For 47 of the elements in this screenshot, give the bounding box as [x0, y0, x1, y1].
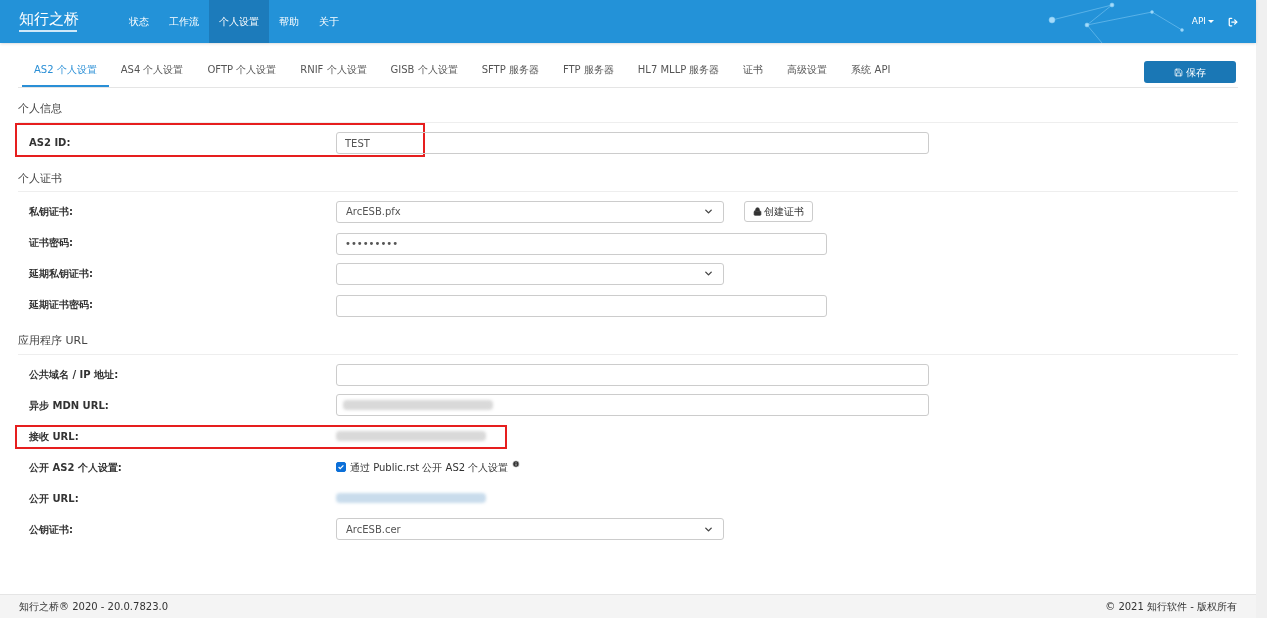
field-label: 接收 URL:: [29, 429, 80, 444]
logout-icon[interactable]: [1228, 16, 1238, 27]
text-field[interactable]: [336, 364, 929, 387]
tab[interactable]: OFTP 个人设置: [195, 56, 289, 87]
section-title: 个人证书: [18, 170, 1238, 192]
field-label: 公共域名 / IP 地址:: [29, 367, 120, 382]
tab[interactable]: 高级设置: [775, 56, 840, 87]
tab[interactable]: RNIF 个人设置: [288, 56, 379, 87]
field-label: 公开 URL:: [29, 491, 80, 506]
tab[interactable]: SFTP 服务器: [469, 56, 551, 87]
tab[interactable]: FTP 服务器: [550, 56, 626, 87]
password-field[interactable]: [336, 294, 827, 317]
tab[interactable]: 证书: [731, 56, 776, 87]
text-field[interactable]: TEST: [336, 132, 929, 155]
section-title: 应用程序 URL: [18, 333, 1238, 355]
field-label: 异步 MDN URL:: [29, 398, 110, 413]
field-label: 公钥证书:: [29, 522, 74, 537]
tab[interactable]: AS4 个人设置: [108, 56, 196, 87]
version-text: 知行之桥® 2020 - 20.0.7823.0: [19, 600, 169, 614]
checkbox-label: 通过 Public.rst 公开 AS2 个人设置: [350, 460, 509, 475]
logo-tagline-mark: [19, 29, 77, 32]
info-icon: [512, 460, 521, 468]
tab[interactable]: GISB 个人设置: [378, 56, 470, 87]
save-icon: [1174, 67, 1183, 77]
create-certificate-button[interactable]: 创建证书: [744, 201, 813, 222]
text-field[interactable]: [336, 394, 929, 416]
field-label: 私钥证书:: [29, 205, 74, 219]
tab[interactable]: HL7 MLLP 服务器: [625, 56, 732, 87]
field-label: 延期私钥证书:: [29, 267, 94, 281]
nav-link[interactable]: 个人设置: [209, 0, 269, 43]
field-label: 证书密码:: [29, 236, 74, 250]
chevron-down-icon: [703, 206, 714, 217]
select-field[interactable]: [336, 262, 724, 285]
field-label: AS2 ID:: [29, 135, 72, 150]
section-title: 个人信息: [18, 101, 1238, 123]
save-button[interactable]: 保存: [1144, 61, 1236, 83]
chevron-down-icon: [703, 268, 714, 279]
tab[interactable]: AS2 个人设置: [22, 56, 109, 87]
field-label: 延期证书密码:: [29, 298, 94, 312]
field-label: 公开 AS2 个人设置:: [29, 460, 123, 475]
copyright-text: © 2021 知行软件 - 版权所有: [1105, 600, 1237, 614]
checkbox[interactable]: [336, 462, 346, 472]
select-field[interactable]: ArcESB.pfx: [336, 200, 724, 223]
select-field[interactable]: ArcESB.cer: [336, 518, 724, 540]
tab[interactable]: 系统 API: [839, 56, 903, 87]
lock-icon: [753, 207, 762, 216]
password-field[interactable]: •••••••••: [336, 232, 827, 255]
